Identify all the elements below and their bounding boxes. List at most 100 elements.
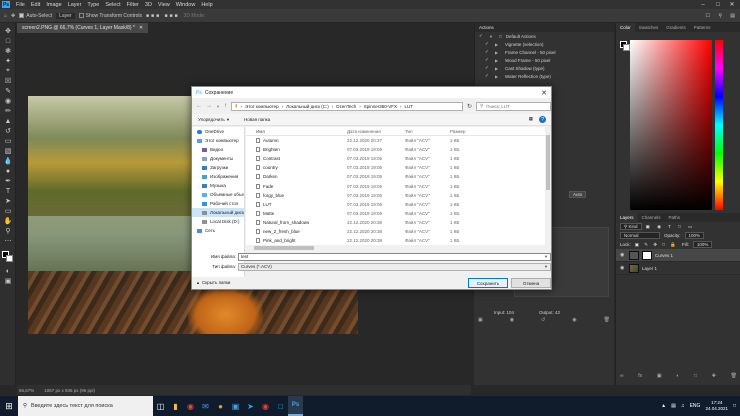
check-icon[interactable]: ✓: [479, 33, 485, 39]
file-row[interactable]: Contrast 07.03.2019 19:05 Файл "ACV" 1 КБ: [246, 154, 551, 163]
lock-icons[interactable]: ▣ ✎ ✥ □ 🔒: [635, 242, 678, 248]
stamp-tool-icon[interactable]: ▲: [3, 117, 13, 125]
menu-view[interactable]: View: [155, 2, 173, 8]
chevron-down-icon[interactable]: ▼: [544, 264, 548, 269]
tree-item-this-pc[interactable]: Этот компьютер: [192, 136, 244, 145]
column-header-type[interactable]: Тип: [405, 129, 450, 134]
file-explorer-icon[interactable]: ▮: [168, 396, 183, 416]
align-icons[interactable]: ■■■ ■■■: [146, 13, 180, 19]
magic-wand-tool-icon[interactable]: ✦: [3, 57, 13, 65]
opacity-input[interactable]: 100%: [684, 232, 705, 239]
menu-3d[interactable]: 3D: [142, 2, 155, 8]
fill-input[interactable]: 100%: [692, 241, 713, 248]
vertical-scrollbar[interactable]: [545, 127, 551, 245]
address-bar[interactable]: ▮ › Этот компьютер › Локальный диск (C:)…: [230, 101, 463, 111]
blur-tool-icon[interactable]: 💧: [3, 157, 13, 165]
brush-tool-icon[interactable]: ✏: [3, 107, 13, 115]
file-row[interactable]: new_2_fresh_blue 22.12.2020 20:38 Файл "AC…: [246, 227, 551, 236]
filename-input[interactable]: test ▼: [238, 252, 551, 261]
auto-select-checkbox[interactable]: Auto-Select: [19, 13, 52, 19]
gradient-tool-icon[interactable]: ▧: [3, 147, 13, 155]
document-tab[interactable]: screen2.PNG @ 66,7% (Curves 1, Layer Mas…: [17, 23, 149, 33]
background-swatch[interactable]: [623, 44, 630, 51]
new-folder-button[interactable]: Новая папка: [244, 117, 270, 122]
check-icon[interactable]: ✓: [485, 57, 491, 63]
tab-patterns[interactable]: Patterns: [690, 25, 715, 30]
action-set-row[interactable]: ✓ ▼ □ Default Actions: [475, 32, 614, 40]
pen-tool-icon[interactable]: ✒: [3, 177, 13, 185]
workspace-icon[interactable]: ▤: [730, 13, 735, 19]
menu-layer[interactable]: Layer: [65, 2, 85, 8]
language-indicator[interactable]: ENG: [690, 403, 701, 409]
chevron-right-icon[interactable]: ▶: [495, 66, 501, 71]
close-icon[interactable]: ✕: [537, 87, 551, 98]
layer-select[interactable]: Layer: [56, 12, 75, 19]
action-row[interactable]: ✓ ▶ Water Reflection (type): [475, 72, 614, 80]
refresh-icon[interactable]: ↻: [467, 103, 472, 110]
action-row[interactable]: ✓ ▶ Vignette (selection): [475, 40, 614, 48]
file-row[interactable]: Fade 07.03.2019 19:05 Файл "ACV" 1 КБ: [246, 181, 551, 190]
windows-start-icon[interactable]: ⊞: [0, 396, 18, 416]
adjustment-icon[interactable]: ◐: [676, 373, 679, 382]
tree-item-network[interactable]: Сеть: [192, 226, 244, 235]
task-view-icon[interactable]: ◫: [153, 396, 168, 416]
cancel-button[interactable]: Отмена: [511, 278, 551, 288]
background-color-swatch[interactable]: [6, 255, 13, 262]
network-icon[interactable]: ▤: [671, 403, 676, 409]
close-icon[interactable]: ✕: [725, 0, 739, 9]
tray-chevron-icon[interactable]: ▲: [661, 403, 666, 409]
tree-item-documents[interactable]: Документы: [192, 154, 244, 163]
action-row[interactable]: ✓ ▶ Cast Shadow (type): [475, 64, 614, 72]
eye-icon[interactable]: ◉: [572, 317, 576, 327]
layer-row-curves[interactable]: ◉ Curves 1: [616, 249, 740, 262]
eyedropper-tool-icon[interactable]: ✎: [3, 87, 13, 95]
share-icon[interactable]: ☐: [706, 13, 710, 19]
file-row[interactable]: Natural_from_shadows 22.12.2020 20:38 Файл…: [246, 218, 551, 227]
chevron-right-icon[interactable]: ▶: [495, 58, 501, 63]
zoom-tool-icon[interactable]: ⚲: [3, 227, 13, 235]
menu-type[interactable]: Type: [84, 2, 102, 8]
breadcrumb-item[interactable]: Spinner360-VFX: [364, 104, 397, 109]
tab-gradients[interactable]: Gradients: [662, 25, 690, 30]
file-row[interactable]: Autumn 22.12.2020 20:37 Файл "ACV" 1 КБ: [246, 136, 551, 145]
mail-icon[interactable]: ✉: [198, 396, 213, 416]
tree-item-onedrive[interactable]: OneDrive: [192, 127, 244, 136]
file-row[interactable]: Brighten 07.03.2019 19:05 Файл "ACV" 1 КБ: [246, 145, 551, 154]
minimize-icon[interactable]: –: [696, 0, 710, 9]
quick-mask-icon[interactable]: ◐: [3, 267, 13, 275]
healing-tool-icon[interactable]: ◉: [3, 97, 13, 105]
search-field[interactable]: ⚲ Поиск: LUT: [476, 101, 551, 111]
app-icon[interactable]: □: [273, 396, 288, 416]
notifications-icon[interactable]: □: [733, 403, 736, 409]
eye-icon[interactable]: ◉: [620, 252, 626, 258]
eye-icon[interactable]: ◉: [620, 265, 626, 271]
file-row[interactable]: forgy_blue 07.03.2019 19:05 Файл "ACV" 1 КБ: [246, 191, 551, 200]
scrollbar-thumb[interactable]: [254, 246, 314, 250]
blend-mode-select[interactable]: Normal: [620, 232, 660, 239]
eraser-tool-icon[interactable]: ▭: [3, 137, 13, 145]
chevron-down-icon[interactable]: ▼: [216, 104, 220, 109]
menu-filter[interactable]: Filter: [124, 2, 142, 8]
check-icon[interactable]: ✓: [485, 65, 491, 71]
telegram-icon[interactable]: ➤: [243, 396, 258, 416]
group-icon[interactable]: □: [694, 373, 697, 382]
add-mask-icon[interactable]: ▣: [657, 373, 662, 382]
tree-item-pictures[interactable]: Изображения: [192, 172, 244, 181]
rectangle-tool-icon[interactable]: ▭: [3, 207, 13, 215]
lasso-tool-icon[interactable]: ❃: [3, 47, 13, 55]
tree-item-3d-objects[interactable]: Объемные объе: [192, 190, 244, 199]
clock[interactable]: 17:24 24.04.2021: [705, 400, 728, 412]
tree-item-desktop[interactable]: Рабочий стол: [192, 199, 244, 208]
mask-thumbnail[interactable]: [642, 250, 652, 260]
home-icon[interactable]: ⌂: [4, 13, 7, 19]
close-tab-icon[interactable]: ✕: [139, 25, 143, 31]
dodge-tool-icon[interactable]: ●: [3, 167, 13, 175]
tree-item-music[interactable]: Музыка: [192, 181, 244, 190]
column-header-name[interactable]: Имя: [246, 129, 347, 134]
hide-folders-toggle[interactable]: ▲ Скрыть папки: [196, 280, 230, 285]
path-selection-icon[interactable]: ➤: [3, 197, 13, 205]
volume-icon[interactable]: ♫: [681, 403, 685, 409]
chevron-down-icon[interactable]: ▼: [489, 34, 495, 39]
tab-swatches[interactable]: Swatches: [635, 25, 663, 30]
type-tool-icon[interactable]: T: [3, 187, 13, 195]
